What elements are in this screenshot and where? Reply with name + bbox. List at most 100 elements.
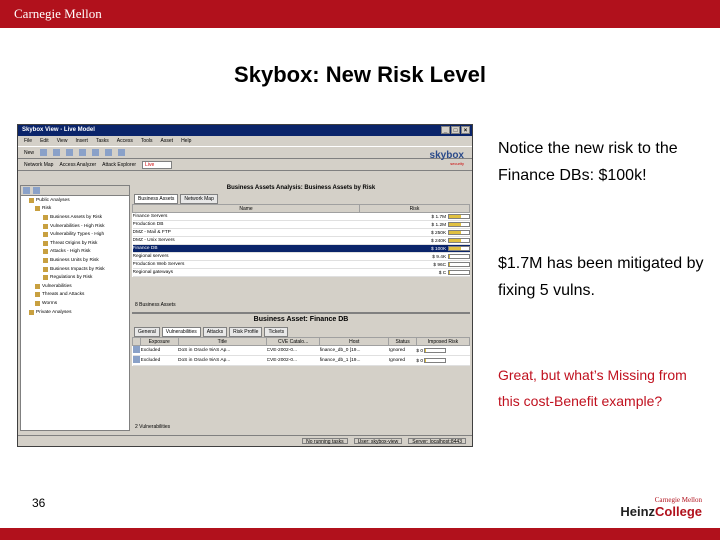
folder-icon [35,206,40,212]
tab-risk-profile[interactable]: Risk Profile [229,327,263,337]
tree-item[interactable]: Worms [21,299,129,308]
asset-name: Production Web Servers [132,260,360,269]
tree-item[interactable]: Vulnerability Types - High [21,230,129,239]
access-analyzer-button[interactable]: Access Analyzer [59,162,96,168]
risk-bar [447,269,470,275]
folder-icon [29,197,34,203]
tree-item[interactable]: Regulations by Risk [21,273,129,282]
folder-icon [35,292,40,298]
tree-item-label: Risk [42,206,52,212]
menu-tools[interactable]: Tools [141,138,153,144]
column-cve[interactable]: CVE Catalo... [266,337,321,346]
tree-item-label: Business Assets by Risk [50,214,102,220]
asset-name: Regional servers [132,252,360,261]
vulnerability-icon [132,346,140,353]
column-status[interactable]: Status [388,337,417,346]
table-row[interactable]: Production Web Servers $ 96C [132,260,470,269]
column-icon[interactable] [132,337,141,346]
model-select[interactable]: Live [142,160,173,169]
menu-asset[interactable]: Asset [161,138,174,144]
tree-item[interactable]: Attacks - High Risk [21,248,129,257]
heinz-logo-cmu: Carnegie Mellon [654,496,702,504]
column-name[interactable]: Name [132,204,360,213]
minimize-button[interactable]: _ [441,126,450,134]
menu-view[interactable]: View [57,138,68,144]
tab-attacks[interactable]: Attacks [202,327,228,337]
menu-help[interactable]: Help [181,138,191,144]
bottom-brand-bar [0,528,720,540]
paste-icon[interactable] [92,149,100,156]
tree-item-label: Business Units by Risk [50,257,99,263]
network-map-button[interactable]: Network Map [24,162,53,168]
maximize-button[interactable]: □ [451,126,460,134]
asset-name: Production DB [132,220,360,229]
stop-icon[interactable] [118,149,126,156]
tree-item-label: Vulnerabilities [42,283,72,289]
status-server: Server: localhost:8443 [408,438,466,445]
window-titlebar: Skybox View - Live Model _ □ × [18,125,472,136]
cut-icon[interactable] [66,149,74,156]
column-title[interactable]: Title [177,337,268,346]
back-icon[interactable] [40,149,48,156]
folder-icon[interactable] [23,187,30,194]
menu-access[interactable]: Access [117,138,133,144]
refresh-icon[interactable] [33,187,40,194]
play-icon[interactable] [105,149,113,156]
status-tasks: No running tasks [302,438,348,445]
new-button[interactable]: New [24,150,34,156]
menu-insert[interactable]: Insert [75,138,88,144]
tree-item[interactable]: Threats and Attacks [21,291,129,300]
tab-network-map[interactable]: Network Map [180,194,218,204]
table-row[interactable]: Production DB $ 1.2M [132,220,470,229]
folder-icon [35,300,40,306]
table-row[interactable]: DMZ - Unix Servers $ 240K [132,236,470,245]
analysis-pane: Business Assets Analysis: Business Asset… [132,185,471,431]
copy-icon[interactable] [79,149,87,156]
note-mitigated: $1.7M has been mitigated by fixing 5 vul… [498,255,704,299]
menu-file[interactable]: File [24,138,32,144]
analysis-tree: Public Analyses Risk Business Assets by … [20,185,130,431]
assets-table: Name Risk Finance Servers $ 1.7M Producti… [132,204,470,277]
heinz-college-logo: Carnegie Mellon HeinzCollege [612,496,702,520]
close-button[interactable]: × [461,126,470,134]
table-row[interactable]: Excluded DoS in Oracle 9iAS Ap... CVE-20… [132,345,470,356]
risk-bar [424,357,447,363]
menu-tasks[interactable]: Tasks [96,138,109,144]
table-row[interactable]: Regional servers $ 9.4K [132,252,470,261]
tab-vulnerabilities[interactable]: Vulnerabilities [161,327,201,337]
table-row[interactable]: Excluded DoS in Oracle 9iAS Ap... CVE-20… [132,355,470,366]
column-risk[interactable]: Risk [359,204,470,213]
tree-item[interactable]: Private Analyses [21,308,129,317]
risk-bar [447,261,470,267]
cmu-logo: Carnegie Mellon [14,6,102,21]
tree-item-label: Vulnerabilities - High Risk [50,223,105,229]
menu-edit[interactable]: Edit [40,138,49,144]
tree-item[interactable]: Threat Origins by Risk [21,239,129,248]
risk-bar [447,213,470,219]
table-row-selected[interactable]: Finance DB $ 100K [132,244,470,253]
attack-explorer-button[interactable]: Attack Explorer [102,162,136,168]
vuln-host: finance_db_0 [19... [319,345,389,356]
column-host[interactable]: Host [319,337,390,346]
tree-item[interactable]: Business Units by Risk [21,256,129,265]
tree-item[interactable]: Public Analyses [21,196,129,205]
tree-item[interactable]: Business Assets by Risk [21,213,129,222]
vulnerabilities-table: Exposure Title CVE Catalo... Host Status… [132,337,471,366]
vuln-cve: CVE-2002-0... [266,355,320,366]
tab-tickets[interactable]: Tickets [264,327,289,337]
tab-general[interactable]: General [134,327,160,337]
vuln-title: DoS in Oracle 9iAS Ap... [178,355,267,366]
table-row[interactable]: Finance Servers $ 1.7M [132,212,470,221]
forward-icon[interactable] [53,149,61,156]
tree-item[interactable]: Vulnerabilities [21,282,129,291]
tree-item[interactable]: Risk [21,205,129,214]
tab-business-assets[interactable]: Business Assets [134,194,179,204]
tree-item[interactable]: Business Impacts by Risk [21,265,129,274]
tree-item[interactable]: Vulnerabilities - High Risk [21,222,129,231]
column-imposed-risk[interactable]: Imposed Risk [415,337,471,346]
asset-name: Finance DB [132,244,360,253]
vuln-cve: CVE-2002-0... [266,345,320,356]
table-row[interactable]: DMZ - Mail & FTP $ 250K [132,228,470,237]
column-exposure[interactable]: Exposure [140,337,179,346]
table-row[interactable]: Regional gateways $ C [132,268,470,277]
